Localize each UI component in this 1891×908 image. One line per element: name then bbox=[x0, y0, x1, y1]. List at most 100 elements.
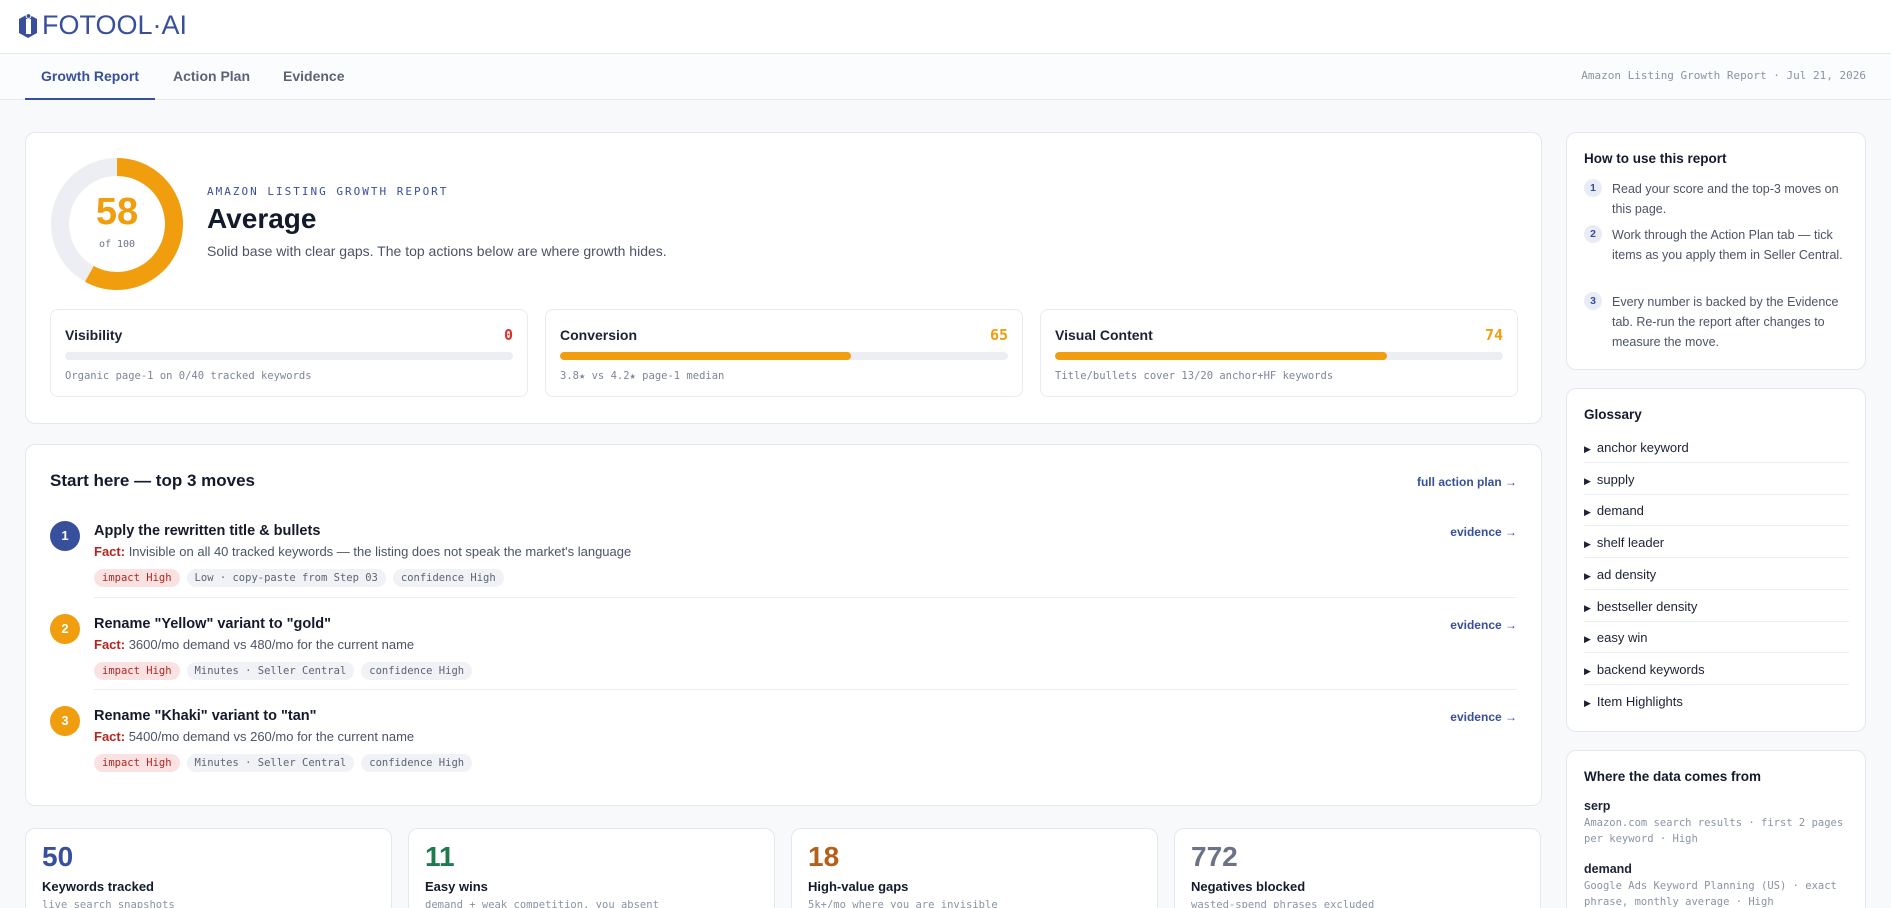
source-name: serp bbox=[1584, 799, 1611, 813]
move-title: Rename "Khaki" variant to "tan" bbox=[94, 708, 317, 724]
stat-label: Easy wins bbox=[425, 879, 488, 894]
data-sources-panel: Where the data comes from serp Amazon.co… bbox=[1566, 750, 1866, 908]
glossary-panel: Glossary ▶ anchor keyword ▶ supply ▶ demand… bbox=[1566, 388, 1866, 732]
metric-label: Conversion bbox=[560, 327, 638, 343]
top-moves-title: Start here — top 3 moves bbox=[50, 471, 256, 490]
move-number: 2 bbox=[50, 614, 80, 644]
stat-sub: 5k+/mo where you are invisible bbox=[808, 899, 998, 908]
data-sources-title: Where the data comes from bbox=[1584, 769, 1762, 784]
glossary-item[interactable]: ▶ easy win bbox=[1584, 621, 1849, 653]
evidence-link[interactable]: evidence → bbox=[1450, 618, 1517, 632]
metric-bar bbox=[1055, 352, 1503, 360]
metric-bar-fill bbox=[1055, 352, 1387, 360]
effort-chip: Minutes · Seller Central bbox=[186, 754, 355, 772]
move-item: 3 Rename "Khaki" variant to "tan" Fact: … bbox=[50, 704, 1517, 796]
score-value: 58 bbox=[95, 191, 139, 233]
disclosure-triangle-icon: ▶ bbox=[1584, 698, 1591, 708]
full-action-plan-link[interactable]: full action plan → bbox=[1417, 475, 1517, 489]
evidence-link[interactable]: evidence → bbox=[1450, 525, 1517, 539]
source-description: Amazon.com search results · first 2 page… bbox=[1584, 817, 1844, 845]
metric-visual-content: Visual Content 74 Title/bullets cover 13… bbox=[1040, 309, 1518, 397]
metric-value: 65 bbox=[989, 326, 1008, 344]
step-text: Every number is backed by the Evidence t… bbox=[1612, 295, 1839, 349]
metric-label: Visibility bbox=[65, 327, 123, 343]
score-grade: Average bbox=[207, 203, 317, 234]
glossary-term: backend keywords bbox=[1596, 662, 1705, 677]
glossary-term: ad density bbox=[1596, 567, 1657, 582]
top-moves-card: Start here — top 3 moves full action pla… bbox=[25, 444, 1542, 806]
confidence-chip: confidence High bbox=[361, 754, 473, 772]
evidence-link[interactable]: evidence → bbox=[1450, 710, 1517, 724]
disclosure-triangle-icon: ▶ bbox=[1584, 666, 1591, 676]
fact-label: Fact: bbox=[94, 637, 126, 652]
stat-negatives-blocked: 772 Negatives blocked wasted-spend phras… bbox=[1174, 828, 1541, 908]
report-meta: Amazon Listing Growth Report · Jul 21, 2… bbox=[1581, 69, 1866, 82]
glossary-term: Item Highlights bbox=[1596, 694, 1683, 709]
howto-step: 2 Work through the Action Plan tab — tic… bbox=[1584, 225, 1854, 287]
tab-evidence[interactable]: Evidence bbox=[283, 54, 344, 100]
glossary-item[interactable]: ▶ shelf leader bbox=[1584, 526, 1849, 558]
tab-growth-report[interactable]: Growth Report bbox=[25, 54, 155, 100]
glossary-item[interactable]: ▶ ad density bbox=[1584, 558, 1849, 590]
stat-number: 18 bbox=[808, 841, 840, 872]
metric-note: Title/bullets cover 13/20 anchor+HF keyw… bbox=[1055, 370, 1334, 382]
score-summary: Solid base with clear gaps. The top acti… bbox=[207, 243, 667, 259]
howto-panel: How to use this report 1 Read your score… bbox=[1566, 132, 1866, 370]
glossary-item[interactable]: ▶ supply bbox=[1584, 463, 1849, 495]
fact-label: Fact: bbox=[94, 729, 126, 744]
glossary-title: Glossary bbox=[1584, 407, 1642, 422]
glossary-item[interactable]: ▶ demand bbox=[1584, 494, 1849, 526]
glossary-item[interactable]: ▶ anchor keyword bbox=[1584, 431, 1849, 463]
move-title: Apply the rewritten title & bullets bbox=[94, 523, 321, 539]
move-divider bbox=[94, 689, 1517, 690]
fact-label: Fact: bbox=[94, 544, 126, 559]
step-text: Read your score and the top-3 moves on t… bbox=[1612, 182, 1839, 216]
logo-mark-icon bbox=[19, 12, 37, 38]
disclosure-triangle-icon: ▶ bbox=[1584, 444, 1591, 454]
metric-bar bbox=[65, 352, 513, 360]
move-divider bbox=[94, 597, 1517, 598]
step-text: Work through the Action Plan tab — tick … bbox=[1612, 228, 1843, 262]
tab-bar: Growth Report Action Plan Evidence Amazo… bbox=[0, 54, 1891, 100]
move-fact: Fact: Invisible on all 40 tracked keywor… bbox=[94, 544, 631, 559]
fact-text: Invisible on all 40 tracked keywords — t… bbox=[128, 544, 632, 559]
glossary-term: anchor keyword bbox=[1596, 440, 1689, 455]
stat-sub: live search snapshots bbox=[42, 899, 175, 908]
source-name: demand bbox=[1584, 862, 1632, 876]
disclosure-triangle-icon: ▶ bbox=[1584, 539, 1591, 549]
stat-number: 11 bbox=[425, 841, 455, 872]
score-card: 58 of 100 AMAZON LISTING GROWTH REPORT A… bbox=[25, 132, 1542, 424]
disclosure-triangle-icon: ▶ bbox=[1584, 476, 1591, 486]
move-chips: impact High Low · copy-paste from Step 0… bbox=[94, 569, 504, 587]
glossary-item[interactable]: ▶ bestseller density bbox=[1584, 590, 1849, 622]
fact-text: 3600/mo demand vs 480/mo for the current… bbox=[128, 637, 415, 652]
stat-sub: demand + weak competition, you absent bbox=[425, 899, 659, 908]
confidence-chip: confidence High bbox=[392, 569, 504, 587]
glossary-term: shelf leader bbox=[1596, 535, 1665, 550]
brand-name: FOTOOL·AI bbox=[42, 10, 188, 40]
disclosure-triangle-icon: ▶ bbox=[1584, 634, 1591, 644]
metric-conversion: Conversion 65 3.8★ vs 4.2★ page-1 median bbox=[545, 309, 1023, 397]
move-chips: impact High Minutes · Seller Central con… bbox=[94, 754, 473, 772]
move-number: 3 bbox=[50, 706, 80, 736]
glossary-item[interactable]: ▶ Item Highlights bbox=[1584, 685, 1849, 717]
effort-chip: Low · copy-paste from Step 03 bbox=[186, 569, 386, 587]
disclosure-triangle-icon: ▶ bbox=[1584, 571, 1591, 581]
brand-logo[interactable]: FOTOOL·AI bbox=[17, 10, 187, 41]
metric-note: 3.8★ vs 4.2★ page-1 median bbox=[560, 370, 725, 382]
impact-chip: impact High bbox=[94, 662, 180, 680]
metric-label: Visual Content bbox=[1055, 327, 1153, 343]
step-number: 3 bbox=[1584, 292, 1602, 310]
source-description: Google Ads Keyword Planning (US) · exact… bbox=[1584, 880, 1837, 908]
move-chips: impact High Minutes · Seller Central con… bbox=[94, 662, 473, 680]
tab-action-plan[interactable]: Action Plan bbox=[173, 54, 250, 100]
disclosure-triangle-icon: ▶ bbox=[1584, 603, 1591, 613]
fact-text: 5400/mo demand vs 260/mo for the current… bbox=[128, 729, 415, 744]
step-number: 1 bbox=[1584, 179, 1602, 197]
glossary-item[interactable]: ▶ backend keywords bbox=[1584, 653, 1849, 685]
glossary-term: demand bbox=[1596, 503, 1644, 518]
step-number: 2 bbox=[1584, 225, 1602, 243]
impact-chip: impact High bbox=[94, 569, 180, 587]
howto-step: 3 Every number is backed by the Evidence… bbox=[1584, 292, 1854, 354]
score-of: of 100 bbox=[98, 239, 136, 250]
